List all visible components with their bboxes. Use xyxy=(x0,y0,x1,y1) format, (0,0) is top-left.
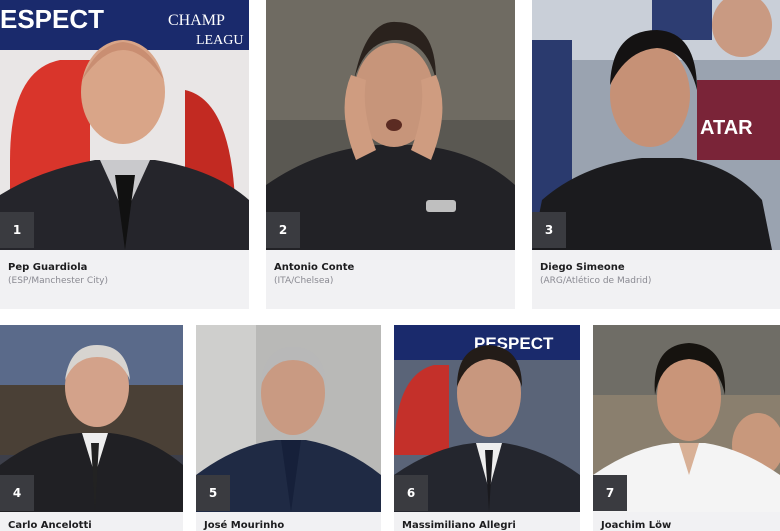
coach-photo: ATAR xyxy=(532,0,780,250)
coach-name[interactable]: Joachim Löw xyxy=(601,520,671,531)
banner-text: ATAR xyxy=(700,117,753,139)
coach-club: (ITA/Chelsea) xyxy=(274,276,334,286)
coach-card-7[interactable]: 7 Joachim Löw xyxy=(593,325,780,531)
rank-badge: 4 xyxy=(0,475,34,511)
coach-card-5[interactable]: 5 José Mourinho xyxy=(196,325,381,531)
coach-name[interactable]: Pep Guardiola xyxy=(8,262,87,273)
coach-name[interactable]: Carlo Ancelotti xyxy=(8,520,92,531)
coach-club: (ESP/Manchester City) xyxy=(8,276,109,286)
coach-card-2[interactable]: 2 Antonio Conte (ITA/Chelsea) xyxy=(266,0,515,309)
coach-name[interactable]: José Mourinho xyxy=(204,520,284,531)
rank-badge: 2 xyxy=(266,212,300,248)
coach-name[interactable]: Antonio Conte xyxy=(274,262,354,273)
rank-badge: 5 xyxy=(196,475,230,511)
rank-badge: 7 xyxy=(593,475,627,511)
banner-text: CHAMP xyxy=(168,12,225,29)
coach-photo xyxy=(266,0,515,250)
rank-badge: 6 xyxy=(394,475,428,511)
rank-badge: 3 xyxy=(532,212,566,248)
banner-text: ESPECT xyxy=(0,4,104,34)
coach-photo: ESPECT CHAMP LEAGU xyxy=(0,0,249,250)
coach-card-4[interactable]: 4 Carlo Ancelotti xyxy=(0,325,183,531)
coach-card-6[interactable]: PESPECT 6 Massimiliano Allegri xyxy=(394,325,580,531)
coach-name[interactable]: Massimiliano Allegri xyxy=(402,520,516,531)
coach-card-3[interactable]: ATAR 3 Diego Simeone (ARG/Atlético de Ma… xyxy=(532,0,780,309)
coach-club: (ARG/Atlético de Madrid) xyxy=(540,276,652,286)
coach-card-1[interactable]: ESPECT CHAMP LEAGU 1 Pep Guardiola (ESP/… xyxy=(0,0,249,309)
coach-name[interactable]: Diego Simeone xyxy=(540,262,625,273)
banner-text: LEAGU xyxy=(196,33,243,48)
rank-badge: 1 xyxy=(0,212,34,248)
